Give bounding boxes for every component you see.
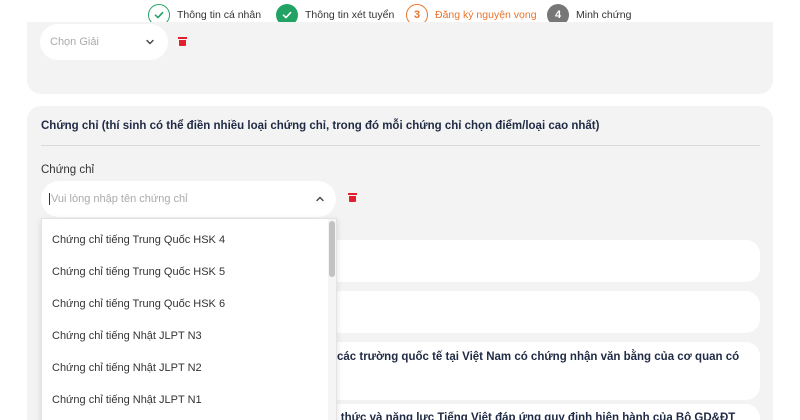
scrollbar-track[interactable] bbox=[328, 219, 336, 420]
certificate-search-input[interactable] bbox=[49, 193, 289, 205]
chevron-up-icon[interactable] bbox=[314, 193, 326, 205]
step-label: Thông tin xét tuyển bbox=[305, 9, 395, 21]
step-label: Thông tin cá nhân bbox=[177, 9, 262, 21]
award-select[interactable]: Chọn Giải bbox=[40, 24, 168, 60]
delete-award-button[interactable] bbox=[178, 37, 187, 46]
dropdown-option[interactable]: Chứng chỉ tiếng Trung Quốc HSK 6 bbox=[52, 298, 225, 310]
dropdown-option[interactable]: Chứng chỉ tiếng Trung Quốc HSK 5 bbox=[52, 266, 225, 278]
chevron-down-icon bbox=[144, 36, 156, 48]
step-label: Minh chứng bbox=[576, 9, 632, 21]
trash-icon bbox=[348, 193, 357, 202]
list-item-text: iến thức và năng lực Tiếng Việt đáp ứng … bbox=[321, 412, 736, 420]
certificate-label: Chứng chỉ bbox=[41, 164, 95, 176]
scrollbar-thumb[interactable] bbox=[329, 221, 335, 277]
certificate-combobox[interactable] bbox=[41, 181, 336, 217]
step-label: Đăng ký nguyện vọng bbox=[435, 9, 537, 21]
trash-icon bbox=[178, 37, 187, 46]
section-title: Chứng chỉ (thí sinh có thể điền nhiều lo… bbox=[41, 120, 600, 132]
dropdown-option[interactable]: Chứng chỉ tiếng Nhật JLPT N1 bbox=[52, 394, 202, 406]
dropdown-option[interactable]: Chứng chỉ tiếng Nhật JLPT N2 bbox=[52, 362, 202, 374]
award-select-placeholder: Chọn Giải bbox=[50, 36, 99, 48]
certificate-dropdown: Chứng chỉ tiếng Trung Quốc HSK 4 Chứng c… bbox=[41, 218, 337, 420]
list-item-text: ặc các trường quốc tế tại Việt Nam có ch… bbox=[321, 351, 740, 363]
delete-certificate-button[interactable] bbox=[348, 193, 357, 202]
dropdown-option[interactable]: Chứng chỉ tiếng Nhật JLPT N3 bbox=[52, 330, 202, 342]
divider bbox=[41, 145, 760, 146]
dropdown-option[interactable]: Chứng chỉ tiếng Trung Quốc HSK 4 bbox=[52, 234, 225, 246]
